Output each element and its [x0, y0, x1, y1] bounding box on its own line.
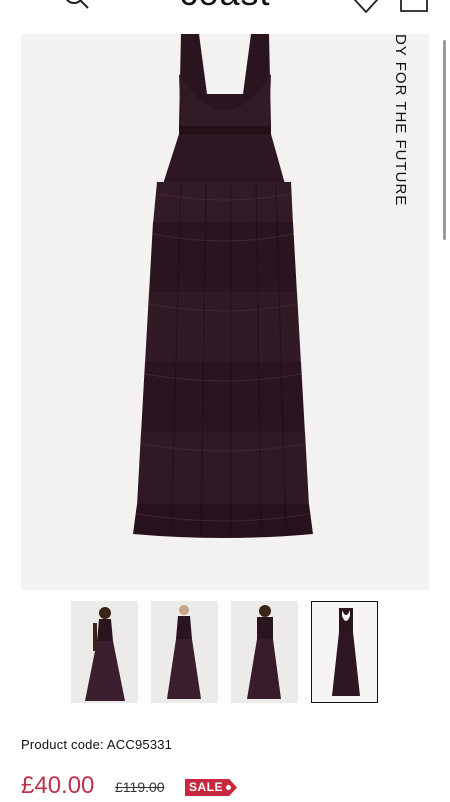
original-price: £119.00	[115, 779, 165, 795]
coast-logo[interactable]: coast	[0, 0, 450, 14]
current-price: £40.00	[21, 772, 95, 799]
thumbnail-2[interactable]	[151, 601, 218, 703]
dress-illustration	[133, 34, 313, 538]
price-row: £40.00 £119.00 SALE	[21, 772, 441, 802]
thumbnail-1[interactable]	[71, 601, 138, 703]
vertical-caption: DY FOR THE FUTURE	[392, 34, 409, 207]
main-product-image[interactable]	[21, 34, 429, 590]
sale-badge: SALE	[185, 779, 238, 796]
thumbnail-4[interactable]	[311, 601, 378, 703]
thumbnail-3[interactable]	[231, 601, 298, 703]
scrollbar[interactable]	[443, 40, 446, 240]
site-header: coast 0	[0, 0, 450, 20]
product-code: Product code: ACC95331	[21, 737, 173, 752]
thumbnail-strip	[71, 601, 381, 705]
shopping-bag-icon[interactable]: 0	[398, 0, 430, 14]
bag-count-badge: 0	[398, 0, 430, 3]
heart-icon[interactable]	[352, 0, 380, 14]
